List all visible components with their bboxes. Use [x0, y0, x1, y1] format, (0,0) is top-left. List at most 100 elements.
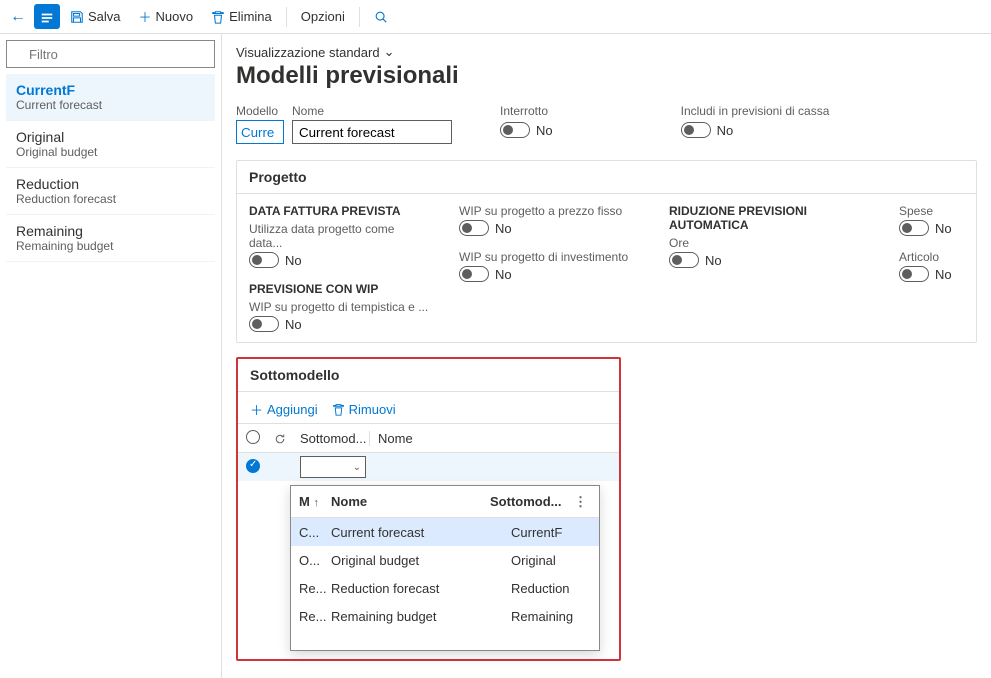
ore-label: Ore	[669, 236, 869, 250]
filter-input[interactable]	[6, 40, 215, 68]
progetto-header: Progetto	[237, 161, 976, 194]
sidebar: CurrentF Current forecast Original Origi…	[0, 34, 222, 678]
save-icon	[70, 10, 84, 24]
sort-asc-icon: ↑	[313, 497, 319, 509]
utilizza-data-toggle[interactable]	[249, 252, 279, 268]
top-toolbar: ← Salva ＋ Nuovo Elimina Opzioni	[0, 0, 991, 34]
dd-sotto: Remaining	[511, 609, 591, 624]
dd-m: O...	[299, 553, 331, 568]
edit-mode-button[interactable]	[34, 4, 60, 28]
dd-row-remaining[interactable]: Re... Remaining budget Remaining	[291, 602, 599, 630]
sidebar-item-sub: Original budget	[16, 145, 205, 159]
wip-prezzo-fisso-toggle[interactable]	[459, 220, 489, 236]
wip-prezzo-fisso-value: No	[495, 221, 512, 236]
ore-value: No	[705, 253, 722, 268]
dd-col-m[interactable]: M	[299, 494, 310, 509]
options-button[interactable]: Opzioni	[293, 5, 353, 28]
progetto-panel: Progetto DATA FATTURA PREVISTA Utilizza …	[236, 160, 977, 343]
sidebar-item-title: Reduction	[16, 176, 205, 192]
dd-col-sotto[interactable]: Sottomod...	[490, 494, 570, 509]
dd-row-original[interactable]: O... Original budget Original	[291, 546, 599, 574]
dd-nome: Current forecast	[331, 525, 511, 540]
toolbar-separator	[359, 7, 360, 27]
sidebar-item-title: CurrentF	[16, 82, 205, 98]
sidebar-item-title: Original	[16, 129, 205, 145]
spese-label: Spese	[899, 204, 979, 218]
interrotto-value: No	[536, 123, 553, 138]
delete-button[interactable]: Elimina	[203, 5, 280, 28]
dd-m: C...	[299, 525, 331, 540]
spese-toggle[interactable]	[899, 220, 929, 236]
wip-tempistica-label: WIP su progetto di tempistica e ...	[249, 300, 429, 314]
utilizza-data-label: Utilizza data progetto come data...	[249, 222, 429, 250]
articolo-label: Articolo	[899, 250, 979, 264]
riduzione-heading: RIDUZIONE PREVISIONI AUTOMATICA	[669, 204, 869, 232]
dd-sotto: CurrentF	[511, 525, 591, 540]
remove-button[interactable]: Rimuovi	[332, 400, 396, 419]
sidebar-item-reduction[interactable]: Reduction Reduction forecast	[6, 168, 215, 215]
wip-investimento-toggle[interactable]	[459, 266, 489, 282]
sottomodello-dropdown[interactable]: ⌄	[300, 456, 366, 478]
new-label: Nuovo	[156, 9, 194, 24]
sidebar-item-sub: Remaining budget	[16, 239, 205, 253]
toolbar-separator	[286, 7, 287, 27]
dd-col-nome[interactable]: Nome	[331, 494, 490, 509]
dd-m: Re...	[299, 581, 331, 596]
dd-nome: Reduction forecast	[331, 581, 511, 596]
utilizza-data-value: No	[285, 253, 302, 268]
dd-row-currentf[interactable]: C... Current forecast CurrentF	[291, 518, 599, 546]
trash-icon	[332, 403, 345, 416]
sidebar-item-original[interactable]: Original Original budget	[6, 121, 215, 168]
sidebar-item-sub: Current forecast	[16, 98, 205, 112]
select-all-checkbox[interactable]	[246, 430, 260, 444]
plus-icon: ＋	[250, 400, 263, 419]
sidebar-item-remaining[interactable]: Remaining Remaining budget	[6, 215, 215, 262]
row-checkbox[interactable]	[246, 459, 260, 473]
view-selector[interactable]: Visualizzazione standard ⌄	[236, 44, 977, 60]
modello-input[interactable]	[236, 120, 284, 144]
wip-tempistica-toggle[interactable]	[249, 316, 279, 332]
sidebar-item-sub: Reduction forecast	[16, 192, 205, 206]
wip-tempistica-value: No	[285, 317, 302, 332]
page-title: Modelli previsionali	[236, 62, 977, 90]
sottomodello-panel: Sottomodello ＋ Aggiungi Rimuovi Sottomod.…	[236, 357, 621, 661]
nome-input[interactable]	[292, 120, 452, 144]
sottomodello-header: Sottomodello	[238, 359, 619, 392]
chevron-down-icon: ⌄	[384, 44, 395, 60]
add-label: Aggiungi	[267, 402, 318, 417]
new-button[interactable]: ＋ Nuovo	[131, 3, 202, 30]
wip-investimento-value: No	[495, 267, 512, 282]
dd-sotto: Reduction	[511, 581, 591, 596]
more-icon[interactable]: ⋮	[570, 494, 591, 510]
ore-toggle[interactable]	[669, 252, 699, 268]
chevron-down-icon: ⌄	[353, 462, 361, 473]
delete-label: Elimina	[229, 9, 272, 24]
dropdown-popup: M ↑ Nome Sottomod... ⋮ C... Current fore…	[290, 485, 600, 651]
edit-icon	[40, 11, 54, 25]
articolo-value: No	[935, 267, 952, 282]
sidebar-item-currentf[interactable]: CurrentF Current forecast	[6, 74, 215, 121]
content-area: Visualizzazione standard ⌄ Modelli previ…	[222, 34, 991, 678]
interrotto-toggle[interactable]	[500, 122, 530, 138]
back-button[interactable]: ←	[4, 4, 32, 30]
dd-row-reduction[interactable]: Re... Reduction forecast Reduction	[291, 574, 599, 602]
includi-label: Includi in previsioni di cassa	[681, 104, 830, 118]
includi-toggle[interactable]	[681, 122, 711, 138]
col-nome[interactable]: Nome	[378, 431, 611, 446]
wip-prezzo-fisso-label: WIP su progetto a prezzo fisso	[459, 204, 639, 218]
grid-row[interactable]: ⌄	[238, 453, 619, 481]
search-button[interactable]	[366, 6, 396, 28]
save-label: Salva	[88, 9, 121, 24]
articolo-toggle[interactable]	[899, 266, 929, 282]
save-button[interactable]: Salva	[62, 5, 129, 28]
refresh-icon[interactable]	[274, 431, 292, 446]
col-sottomodello[interactable]: Sottomod...	[300, 431, 370, 446]
dd-nome: Remaining budget	[331, 609, 511, 624]
dd-m: Re...	[299, 609, 331, 624]
data-fattura-heading: DATA FATTURA PREVISTA	[249, 204, 429, 218]
includi-value: No	[717, 123, 734, 138]
nome-label: Nome	[292, 104, 452, 118]
search-icon	[374, 10, 388, 24]
add-button[interactable]: ＋ Aggiungi	[250, 400, 318, 419]
modello-label: Modello	[236, 104, 284, 118]
